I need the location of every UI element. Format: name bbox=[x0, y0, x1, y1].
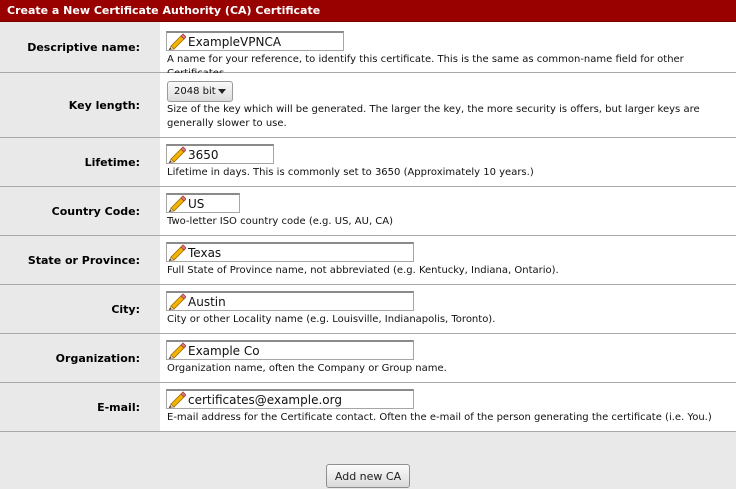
row-state: State or Province: Texas Full State of P… bbox=[0, 236, 736, 285]
organization-cell: Example Co Organization name, often the … bbox=[160, 334, 736, 382]
key-length-label: Key length: bbox=[0, 73, 160, 137]
descriptive-name-input[interactable]: ExampleVPNCA bbox=[166, 31, 344, 51]
pencil-icon bbox=[168, 146, 186, 163]
organization-input[interactable]: Example Co bbox=[166, 340, 414, 360]
city-label: City: bbox=[0, 285, 160, 333]
organization-value: Example Co bbox=[188, 343, 260, 358]
descriptive-name-value: ExampleVPNCA bbox=[188, 34, 282, 49]
country-code-value: US bbox=[188, 196, 205, 211]
email-label: E-mail: bbox=[0, 383, 160, 431]
organization-help: Organization name, often the Company or … bbox=[167, 363, 447, 374]
lifetime-input[interactable]: 3650 bbox=[166, 144, 274, 164]
email-help: E-mail address for the Certificate conta… bbox=[167, 412, 712, 423]
row-lifetime: Lifetime: 3650 Lifetime in days. This is… bbox=[0, 138, 736, 187]
organization-label: Organization: bbox=[0, 334, 160, 382]
country-code-cell: US Two-letter ISO country code (e.g. US,… bbox=[160, 187, 736, 235]
pencil-icon bbox=[168, 244, 186, 261]
email-cell: certificates@example.org E-mail address … bbox=[160, 383, 736, 431]
row-key-length: Key length: 2048 bit Size of the key whi… bbox=[0, 73, 736, 138]
country-code-label: Country Code: bbox=[0, 187, 160, 235]
country-code-help: Two-letter ISO country code (e.g. US, AU… bbox=[167, 216, 394, 227]
key-length-select[interactable]: 2048 bit bbox=[167, 81, 233, 102]
form-header: Create a New Certificate Authority (CA) … bbox=[0, 0, 736, 22]
city-help: City or other Locality name (e.g. Louisv… bbox=[167, 314, 496, 325]
dropdown-arrow-icon bbox=[218, 89, 226, 94]
state-label: State or Province: bbox=[0, 236, 160, 284]
descriptive-name-cell: ExampleVPNCA A name for your reference, … bbox=[160, 22, 736, 79]
add-new-ca-button[interactable]: Add new CA bbox=[326, 464, 410, 488]
pencil-icon bbox=[168, 33, 186, 50]
lifetime-value: 3650 bbox=[188, 147, 219, 162]
row-organization: Organization: Example Co Organization na… bbox=[0, 334, 736, 383]
country-code-input[interactable]: US bbox=[166, 193, 240, 213]
pencil-icon bbox=[168, 342, 186, 359]
row-country-code: Country Code: US Two-letter ISO country … bbox=[0, 187, 736, 236]
email-value: certificates@example.org bbox=[188, 392, 342, 407]
state-cell: Texas Full State of Province name, not a… bbox=[160, 236, 736, 284]
key-length-help: Size of the key which will be generated.… bbox=[167, 104, 700, 129]
pencil-icon bbox=[168, 293, 186, 310]
pencil-icon bbox=[168, 391, 186, 408]
email-input[interactable]: certificates@example.org bbox=[166, 389, 414, 409]
lifetime-label: Lifetime: bbox=[0, 138, 160, 186]
pencil-icon bbox=[168, 195, 186, 212]
key-length-selected-value: 2048 bit bbox=[174, 86, 216, 97]
city-cell: Austin City or other Locality name (e.g.… bbox=[160, 285, 736, 333]
city-value: Austin bbox=[188, 294, 226, 309]
row-email: E-mail: certificates@example.org E-mail … bbox=[0, 383, 736, 432]
state-value: Texas bbox=[188, 245, 222, 260]
row-descriptive-name: Descriptive name: ExampleVPNCA A name fo… bbox=[0, 22, 736, 79]
state-help: Full State of Province name, not abbrevi… bbox=[167, 265, 559, 276]
lifetime-help: Lifetime in days. This is commonly set t… bbox=[167, 167, 534, 178]
row-city: City: Austin City or other Locality name… bbox=[0, 285, 736, 334]
state-input[interactable]: Texas bbox=[166, 242, 414, 262]
key-length-cell: 2048 bit Size of the key which will be g… bbox=[160, 73, 736, 137]
lifetime-cell: 3650 Lifetime in days. This is commonly … bbox=[160, 138, 736, 186]
city-input[interactable]: Austin bbox=[166, 291, 414, 311]
descriptive-name-label: Descriptive name: bbox=[0, 22, 160, 72]
